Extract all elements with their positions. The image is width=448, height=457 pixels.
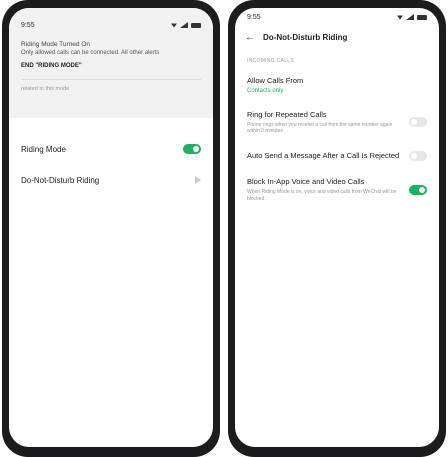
page-header: ← Do-Not-Disturb Riding xyxy=(235,26,439,48)
battery-icon xyxy=(417,14,427,20)
page-title: Do-Not-Disturb Riding xyxy=(263,32,348,42)
screen-left: 9:55 Riding Mode Turned On Only allowed … xyxy=(9,8,213,447)
back-arrow-icon[interactable]: ← xyxy=(245,32,255,43)
block-inapp-subtitle: When Riding Mode is on, voice and video … xyxy=(247,188,397,202)
repeat-calls-setting[interactable]: Ring for Repeated Calls Phone rings when… xyxy=(235,110,439,135)
toggle-knob xyxy=(419,186,425,193)
status-time: 9:55 xyxy=(21,21,35,29)
auto-send-setting[interactable]: Auto Send a Message After a Call Is Reje… xyxy=(235,151,439,161)
toggle-knob xyxy=(193,146,199,152)
status-bar-right: 9:55 xyxy=(235,8,439,26)
allow-calls-title: Allow Calls From xyxy=(247,76,304,85)
allow-calls-value: Contacts only xyxy=(247,87,284,94)
repeat-calls-toggle[interactable] xyxy=(409,117,427,128)
screen-right: 9:55 ← Do-Not-Disturb Riding INCOMING CA… xyxy=(235,8,439,447)
toggle-knob xyxy=(411,119,417,126)
notification-title: Riding Mode Turned On xyxy=(21,41,91,48)
battery-icon xyxy=(191,22,201,28)
riding-mode-toggle[interactable] xyxy=(183,144,201,154)
status-bar-left: 9:55 xyxy=(21,18,201,32)
end-riding-mode-button[interactable]: END "RIDING MODE" xyxy=(21,63,201,69)
repeat-calls-subtitle: Phone rings when you receive a call from… xyxy=(247,121,393,135)
wifi-icon xyxy=(171,23,177,28)
section-label: INCOMING CALLS xyxy=(247,58,294,64)
riding-mode-row[interactable]: Riding Mode xyxy=(9,138,213,160)
status-time: 9:55 xyxy=(247,13,261,21)
auto-send-title: Auto Send a Message After a Call Is Reje… xyxy=(247,151,400,161)
chevron-right-icon xyxy=(195,176,201,184)
notification-body: Only allowed calls can be connected. All… xyxy=(21,50,160,57)
divider xyxy=(21,79,201,81)
repeat-calls-title: Ring for Repeated Calls xyxy=(247,109,327,119)
auto-send-toggle[interactable] xyxy=(409,151,427,161)
status-icons xyxy=(171,22,201,28)
notification-footer: related to this mode xyxy=(21,86,70,93)
block-inapp-setting[interactable]: Block In-App Voice and Video Calls When … xyxy=(235,177,439,202)
block-inapp-title: Block In-App Voice and Video Calls xyxy=(247,177,365,186)
notification-panel: 9:55 Riding Mode Turned On Only allowed … xyxy=(9,8,213,118)
phone-left: 9:55 Riding Mode Turned On Only allowed … xyxy=(2,0,220,457)
dnd-riding-row[interactable]: Do-Not-Disturb Riding xyxy=(9,170,213,190)
toggle-knob xyxy=(411,153,417,159)
signal-icon xyxy=(406,14,414,20)
riding-mode-label: Riding Mode xyxy=(21,144,66,154)
allow-calls-setting[interactable]: Allow Calls From Contacts only xyxy=(235,76,439,94)
dnd-riding-label: Do-Not-Disturb Riding xyxy=(21,175,100,185)
signal-icon xyxy=(180,22,188,28)
phone-right: 9:55 ← Do-Not-Disturb Riding INCOMING CA… xyxy=(228,0,446,457)
wifi-icon xyxy=(397,15,403,20)
status-icons xyxy=(397,14,427,20)
block-inapp-toggle[interactable] xyxy=(409,184,427,195)
